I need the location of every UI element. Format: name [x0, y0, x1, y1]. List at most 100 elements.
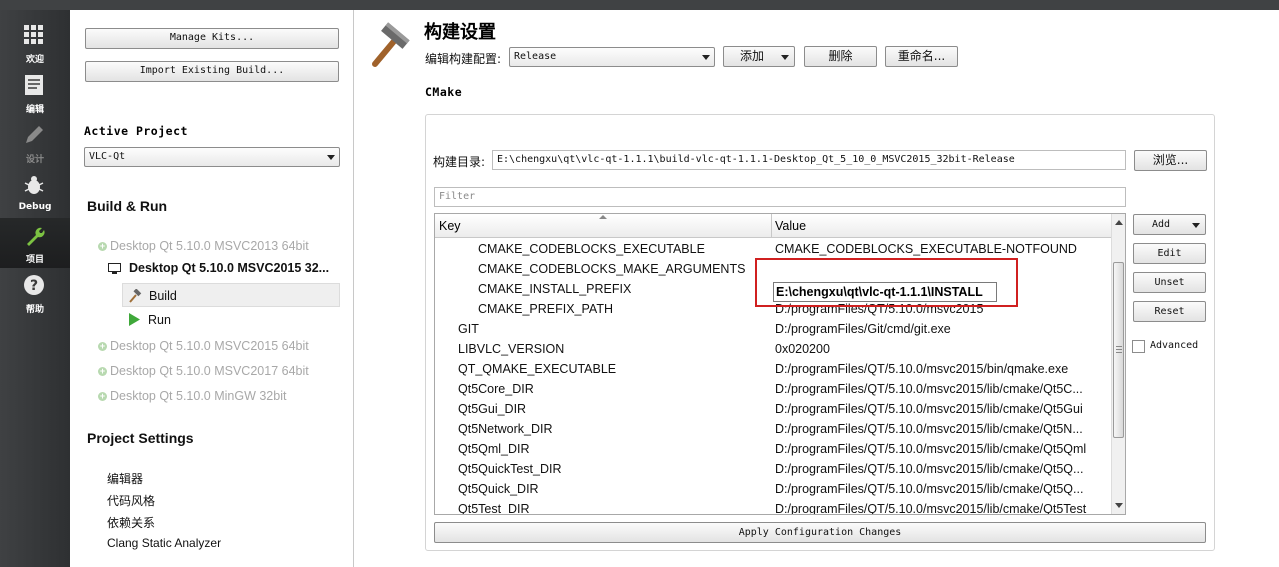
add-entry-button[interactable]: Add	[1133, 214, 1206, 235]
row-key: CMAKE_INSTALL_PREFIX	[478, 282, 632, 296]
row-value: D:/programFiles/QT/5.10.0/msvc2015/lib/c…	[775, 482, 1084, 496]
table-row[interactable]: Qt5Network_DIR D:/programFiles/QT/5.10.0…	[435, 419, 1113, 439]
vertical-scrollbar[interactable]	[1111, 214, 1125, 514]
add-kit-icon: +	[98, 366, 107, 376]
chevron-down-icon	[781, 55, 789, 60]
kit-label: Desktop Qt 5.10.0 MSVC2017 64bit	[110, 364, 309, 378]
mode-help[interactable]: ? 帮助	[0, 268, 70, 318]
help-icon: ?	[24, 275, 44, 295]
row-value: D:/programFiles/QT/5.10.0/msvc2015/lib/c…	[775, 502, 1087, 515]
mode-design[interactable]: 设计	[0, 118, 70, 168]
page-title: 构建设置	[424, 22, 496, 43]
table-row[interactable]: LIBVLC_VERSION 0x020200	[435, 339, 1113, 359]
scroll-up-icon[interactable]	[1115, 220, 1123, 225]
grid-icon	[24, 25, 43, 44]
row-value: D:/programFiles/QT/5.10.0/msvc2015/lib/c…	[775, 422, 1083, 436]
import-build-button[interactable]: Import Existing Build...	[85, 61, 339, 82]
row-key: Qt5Qml_DIR	[458, 442, 530, 456]
table-row[interactable]: GIT D:/programFiles/Git/cmd/git.exe	[435, 319, 1113, 339]
delete-config-button[interactable]: 删除	[804, 46, 877, 67]
mode-welcome[interactable]: 欢迎	[0, 18, 70, 68]
filter-input[interactable]: Filter	[434, 187, 1126, 207]
table-row[interactable]: Qt5Core_DIR D:/programFiles/QT/5.10.0/ms…	[435, 379, 1113, 399]
hammer-icon	[372, 22, 410, 67]
build-label: Build	[149, 289, 177, 303]
row-value: D:/programFiles/QT/5.10.0/msvc2015/lib/c…	[775, 462, 1084, 476]
build-dir-label: 构建目录:	[433, 155, 486, 169]
scroll-down-icon[interactable]	[1115, 503, 1123, 508]
kit-item[interactable]: + Desktop Qt 5.10.0 MSVC2015 64bit	[98, 335, 309, 357]
kit-item[interactable]: + Desktop Qt 5.10.0 MinGW 32bit	[98, 385, 287, 407]
row-value: 0x020200	[775, 342, 830, 356]
grip-line	[1116, 349, 1122, 350]
row-key: Qt5Quick_DIR	[458, 482, 539, 496]
table-row[interactable]: QT_QMAKE_EXECUTABLE D:/programFiles/QT/5…	[435, 359, 1113, 379]
project-sidebar: Manage Kits... Import Existing Build... …	[70, 10, 354, 567]
value-column-header[interactable]: Value	[775, 219, 806, 233]
settings-item-editor[interactable]: 编辑器	[107, 470, 143, 487]
scrollbar-thumb[interactable]	[1113, 262, 1124, 438]
column-divider	[771, 214, 772, 238]
kit-item[interactable]: + Desktop Qt 5.10.0 MSVC2013 64bit	[98, 235, 309, 257]
run-icon	[129, 313, 140, 326]
svg-text:?: ?	[30, 278, 38, 294]
kit-active[interactable]: Desktop Qt 5.10.0 MSVC2015 32...	[129, 261, 329, 275]
row-key: QT_QMAKE_EXECUTABLE	[458, 362, 617, 376]
mode-debug[interactable]: Debug	[0, 168, 70, 218]
settings-item-code-style[interactable]: 代码风格	[107, 492, 155, 509]
row-value: D:/programFiles/QT/5.10.0/msvc2015/lib/c…	[775, 382, 1083, 396]
kit-item[interactable]: + Desktop Qt 5.10.0 MSVC2017 64bit	[98, 360, 309, 382]
unset-entry-button[interactable]: Unset	[1133, 272, 1206, 293]
row-key: CMAKE_PREFIX_PATH	[478, 302, 613, 316]
add-kit-icon: +	[98, 241, 107, 251]
sort-ascending-icon	[599, 215, 607, 219]
chevron-down-icon	[702, 55, 710, 60]
monitor-icon	[108, 263, 121, 274]
row-key: GIT	[458, 322, 479, 336]
kit-label: Desktop Qt 5.10.0 MinGW 32bit	[110, 389, 287, 403]
table-row[interactable]: Qt5Quick_DIR D:/programFiles/QT/5.10.0/m…	[435, 479, 1113, 499]
build-config-select[interactable]: Release	[509, 47, 715, 67]
mode-label: Debug	[18, 202, 52, 212]
manage-kits-button[interactable]: Manage Kits...	[85, 28, 339, 49]
settings-item-dependencies[interactable]: 依赖关系	[107, 514, 155, 531]
row-value: CMAKE_CODEBLOCKS_EXECUTABLE-NOTFOUND	[775, 242, 1077, 256]
table-row[interactable]: Qt5Gui_DIR D:/programFiles/QT/5.10.0/msv…	[435, 399, 1113, 419]
reset-entry-button[interactable]: Reset	[1133, 301, 1206, 322]
document-icon	[25, 75, 43, 95]
chevron-down-icon	[1192, 223, 1200, 228]
wrench-icon	[27, 227, 45, 246]
table-row[interactable]: Qt5Test_DIR D:/programFiles/QT/5.10.0/ms…	[435, 499, 1113, 515]
sidebar-item-run[interactable]: Run	[122, 308, 340, 332]
browse-button[interactable]: 浏览...	[1134, 150, 1207, 171]
project-settings-heading: Project Settings	[87, 430, 194, 446]
add-config-label: 添加	[740, 49, 765, 63]
cmake-heading: CMake	[425, 85, 463, 99]
highlight-box	[755, 258, 1018, 307]
active-project-select[interactable]: VLC-Qt	[84, 147, 340, 167]
active-project-heading: Active Project	[84, 124, 188, 138]
settings-item-clang-analyzer[interactable]: Clang Static Analyzer	[107, 536, 221, 550]
key-column-header[interactable]: Key	[439, 219, 461, 233]
row-value: D:/programFiles/QT/5.10.0/msvc2015/lib/c…	[775, 402, 1083, 416]
add-kit-icon: +	[98, 391, 107, 401]
row-value: D:/programFiles/QT/5.10.0/msvc2015/lib/c…	[775, 442, 1087, 456]
bug-icon	[24, 176, 44, 194]
table-row[interactable]: Qt5QuickTest_DIR D:/programFiles/QT/5.10…	[435, 459, 1113, 479]
table-row[interactable]: Qt5Qml_DIR D:/programFiles/QT/5.10.0/msv…	[435, 439, 1113, 459]
hammer-icon	[129, 289, 142, 303]
mode-edit[interactable]: 编辑	[0, 68, 70, 118]
row-key: CMAKE_CODEBLOCKS_MAKE_ARGUMENTS	[478, 262, 746, 276]
row-key: Qt5Network_DIR	[458, 422, 553, 436]
table-row[interactable]: CMAKE_CODEBLOCKS_EXECUTABLE CMAKE_CODEBL…	[435, 239, 1113, 259]
rename-config-button[interactable]: 重命名...	[885, 46, 958, 67]
build-dir-input[interactable]: E:\chengxu\qt\vlc-qt-1.1.1\build-vlc-qt-…	[492, 150, 1126, 170]
sidebar-item-build[interactable]: Build	[122, 283, 340, 307]
mode-projects[interactable]: 项目	[0, 218, 70, 268]
advanced-checkbox[interactable]	[1132, 340, 1145, 353]
edit-entry-button[interactable]: Edit	[1133, 243, 1206, 264]
grip-line	[1116, 352, 1122, 353]
row-key: Qt5QuickTest_DIR	[458, 462, 562, 476]
add-config-button[interactable]: 添加	[723, 46, 795, 67]
apply-config-changes-button[interactable]: Apply Configuration Changes	[434, 522, 1206, 543]
